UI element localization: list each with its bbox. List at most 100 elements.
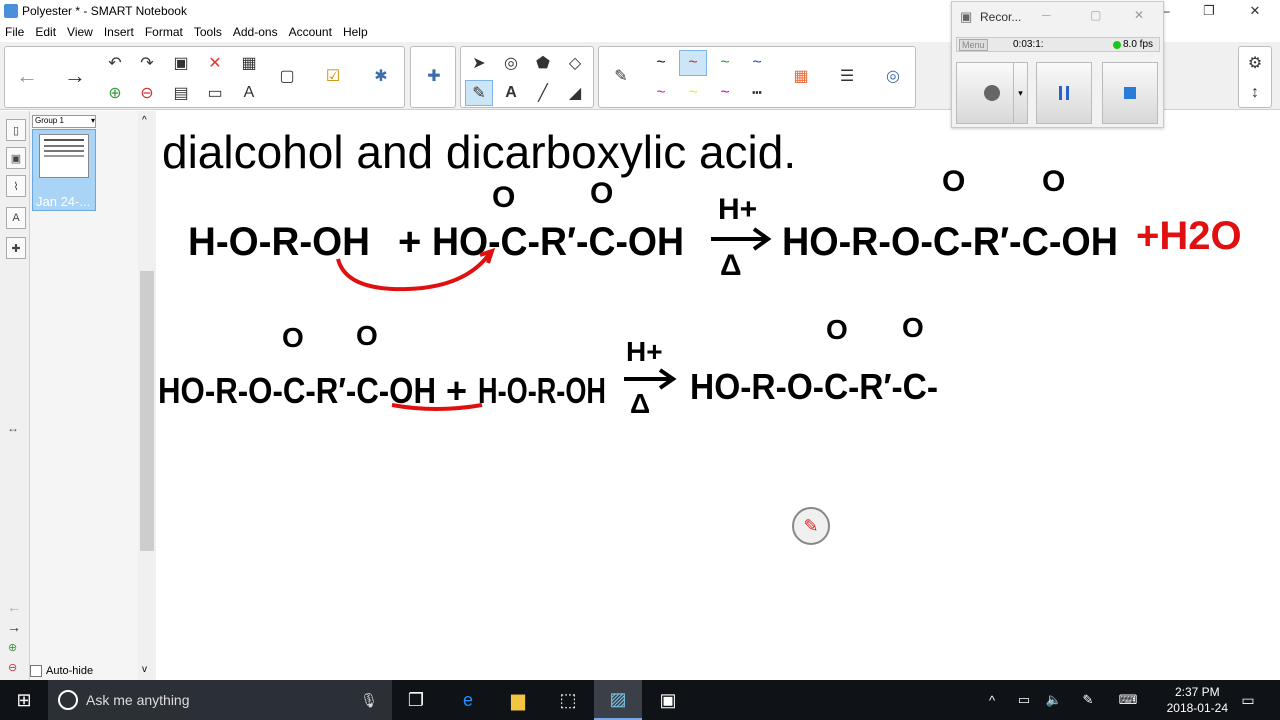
display-icon[interactable]: ▢: [273, 63, 301, 89]
vertical-scrollbar[interactable]: ^ v: [138, 111, 156, 681]
color-palette-icon[interactable]: ▦: [787, 63, 815, 89]
menu-file[interactable]: File: [0, 25, 30, 39]
pen-blue-icon[interactable]: ~: [743, 50, 771, 76]
gallery-icon[interactable]: ▣: [6, 147, 26, 169]
gear-icon[interactable]: ⚙: [1241, 50, 1269, 76]
save-icon[interactable]: ▤: [167, 80, 195, 106]
addons-icon[interactable]: ✱: [367, 63, 395, 89]
back-arrow-icon[interactable]: ←: [13, 63, 41, 89]
table-icon[interactable]: ▦: [235, 50, 263, 76]
file-explorer-icon[interactable]: ▆: [494, 680, 542, 720]
scroll-down-icon[interactable]: v: [142, 664, 147, 675]
resize-icon[interactable]: ↔: [7, 421, 19, 435]
pen-red-icon[interactable]: ~: [679, 50, 707, 76]
add-page-icon[interactable]: ⊕: [101, 80, 129, 106]
pen-pink-icon[interactable]: ~: [711, 80, 739, 106]
edge-icon[interactable]: e: [444, 680, 492, 720]
keyboard-icon[interactable]: ⌨: [1104, 680, 1152, 720]
paste-icon[interactable]: ▣: [167, 50, 195, 76]
pens-icon[interactable]: ✎: [465, 80, 493, 106]
notifications-icon[interactable]: ▭: [1224, 680, 1272, 720]
page-sorter-icon[interactable]: ▯: [6, 119, 26, 141]
redo-icon[interactable]: ↷: [133, 50, 161, 76]
autohide-checkbox[interactable]: [30, 665, 42, 677]
page-thumbnail[interactable]: Jan 24-...: [32, 129, 96, 211]
record-icon: [984, 85, 1000, 101]
microphone-icon[interactable]: 🎙: [360, 692, 378, 709]
menu-help[interactable]: Help: [338, 25, 374, 39]
pen-yellow-icon[interactable]: ~: [679, 80, 707, 106]
line-style-icon[interactable]: ☰: [833, 63, 861, 89]
toolbar-group-pens: ✎ ~ ~ ~ ~ ~ ~ ~ ┅ ▦ ☰ ◎: [598, 46, 916, 108]
properties-icon[interactable]: A: [235, 80, 263, 106]
smart-notebook-taskbar-icon[interactable]: ▨: [594, 680, 642, 720]
pause-icon: [1059, 86, 1069, 100]
recorder-close[interactable]: ✕: [1134, 8, 1144, 22]
properties-tab-icon[interactable]: A: [6, 207, 26, 229]
scroll-up-icon[interactable]: ^: [142, 115, 147, 126]
add-page-side-icon[interactable]: ⊕: [8, 641, 17, 654]
stop-icon: [1124, 87, 1136, 99]
select-icon[interactable]: ➤: [465, 50, 493, 76]
polygon-icon[interactable]: ⬟: [529, 50, 557, 76]
menu-tools[interactable]: Tools: [189, 25, 228, 39]
delete-page-side-icon[interactable]: ⊖: [8, 661, 17, 674]
line2-reactant2: H-O-R-OH: [478, 370, 606, 411]
clock[interactable]: 2:37 PM 2018-01-24: [1167, 684, 1228, 716]
close-button[interactable]: ✕: [1232, 0, 1278, 22]
pen-type-icon[interactable]: ✎: [607, 63, 635, 89]
whiteboard-canvas[interactable]: dialcohol and dicarboxylic acid. H-O-R-O…: [156, 111, 1280, 681]
taskbar: ⊞ Ask me anything 🎙 ❐ e ▆ ⬚ ▨ ▣ ^ ▭ 🔈 ✎ …: [0, 680, 1280, 720]
puzzle-icon[interactable]: ✚: [420, 63, 448, 89]
pen-black-icon[interactable]: ~: [647, 50, 675, 76]
menu-account[interactable]: Account: [284, 25, 338, 39]
text-icon[interactable]: A: [497, 80, 525, 106]
windows-start-icon[interactable]: ⊞: [0, 680, 48, 720]
scrollbar-thumb[interactable]: [140, 271, 154, 551]
menu-view[interactable]: View: [62, 25, 99, 39]
recorder-minimize[interactable]: ─: [1042, 8, 1051, 22]
restore-button[interactable]: ❐: [1186, 0, 1232, 22]
recorder-maximize[interactable]: ▢: [1090, 8, 1101, 22]
addons-tab-icon[interactable]: ✚: [6, 237, 26, 259]
response-icon[interactable]: ☑: [319, 63, 347, 89]
record-button[interactable]: ▾: [956, 62, 1028, 124]
recorder-status-row: Menu 0:03:1: 8.0 fps: [956, 37, 1160, 52]
line2-catalyst: H+: [626, 336, 663, 367]
pen-dashed-icon[interactable]: ┅: [743, 80, 771, 106]
menu-insert[interactable]: Insert: [99, 25, 140, 39]
forward-arrow-icon[interactable]: →: [61, 63, 89, 89]
toolbar-group-activity: ✚: [410, 46, 456, 108]
attachments-icon[interactable]: ⌇: [6, 175, 26, 197]
group-select[interactable]: Group 1 ▾: [32, 115, 96, 128]
recorder-menu-button[interactable]: Menu: [959, 39, 988, 51]
line1-carbonyl-o2: O: [590, 177, 613, 210]
toolbar-group-settings: ⚙ ↕: [1238, 46, 1272, 108]
delete-page-icon[interactable]: ⊖: [133, 80, 161, 106]
menu-format[interactable]: Format: [140, 25, 189, 39]
task-view-icon[interactable]: ❐: [392, 680, 440, 720]
toolbar-position-icon[interactable]: ↕: [1241, 80, 1269, 106]
pen-green-icon[interactable]: ~: [711, 50, 739, 76]
store-icon[interactable]: ⬚: [544, 680, 592, 720]
eraser-icon[interactable]: ◢: [561, 80, 589, 106]
shapes-icon[interactable]: ◎: [497, 50, 525, 76]
autohide-toggle[interactable]: Auto-hide: [30, 665, 93, 677]
menu-addons[interactable]: Add-ons: [228, 25, 284, 39]
line-icon[interactable]: ╱: [529, 80, 557, 106]
record-dropdown-icon[interactable]: ▾: [1013, 63, 1027, 123]
search-box[interactable]: Ask me anything 🎙: [48, 680, 392, 720]
screen-shade-icon[interactable]: ▭: [201, 80, 229, 106]
effects-icon[interactable]: ◎: [879, 63, 907, 89]
recorder-taskbar-icon[interactable]: ▣: [644, 680, 692, 720]
undo-icon[interactable]: ↶: [101, 50, 129, 76]
delete-icon[interactable]: ✕: [201, 50, 229, 76]
next-page-icon[interactable]: →: [7, 619, 21, 635]
pen-magenta-icon[interactable]: ~: [647, 80, 675, 106]
cortana-icon: [58, 690, 78, 710]
fill-icon[interactable]: ◇: [561, 50, 589, 76]
stop-button[interactable]: [1102, 62, 1158, 124]
menu-edit[interactable]: Edit: [30, 25, 62, 39]
prev-page-icon[interactable]: ←: [7, 599, 21, 615]
pause-button[interactable]: [1036, 62, 1092, 124]
